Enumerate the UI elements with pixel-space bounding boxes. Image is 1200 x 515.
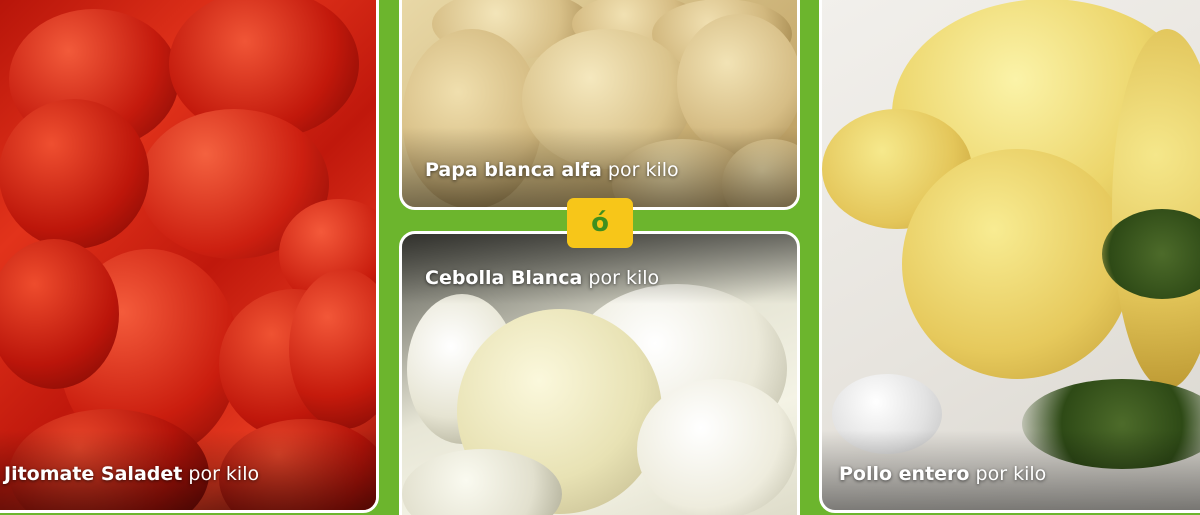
- product-label-potato: Papa blanca alfa por kilo: [425, 159, 679, 181]
- product-unit: por kilo: [975, 463, 1047, 485]
- product-name: Pollo entero: [839, 463, 970, 485]
- product-label-tomato: Jitomate Saladet por kilo: [4, 463, 259, 485]
- product-card-onion[interactable]: Cebolla Blanca por kilo: [399, 231, 800, 515]
- product-name: Papa blanca alfa: [425, 159, 602, 181]
- product-card-tomato[interactable]: Jitomate Saladet por kilo: [0, 0, 379, 513]
- product-unit: por kilo: [188, 463, 260, 485]
- or-separator-badge: ó: [567, 198, 633, 248]
- product-label-chicken: Pollo entero por kilo: [839, 463, 1046, 485]
- product-card-chicken[interactable]: Pollo entero por kilo: [819, 0, 1200, 513]
- product-unit: por kilo: [607, 159, 679, 181]
- product-card-potato[interactable]: Papa blanca alfa por kilo: [399, 0, 800, 210]
- product-name: Jitomate Saladet: [4, 463, 183, 485]
- product-unit: por kilo: [588, 267, 660, 289]
- product-label-onion: Cebolla Blanca por kilo: [425, 267, 659, 289]
- product-name: Cebolla Blanca: [425, 267, 583, 289]
